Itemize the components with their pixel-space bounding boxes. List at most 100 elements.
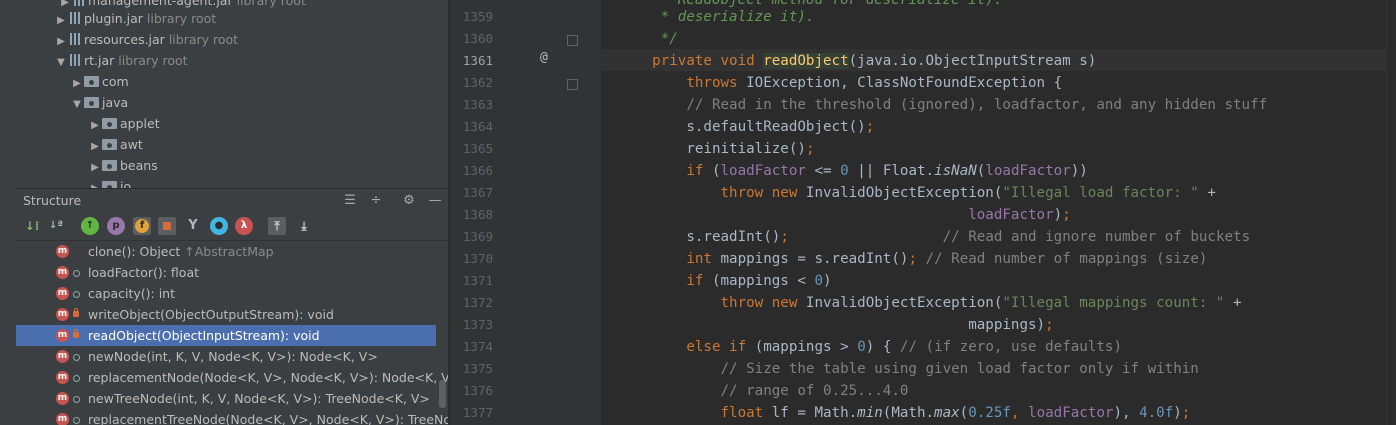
line-number: 1359 xyxy=(462,9,493,24)
line-number: 1363 xyxy=(462,97,493,112)
line-number: 1377 xyxy=(462,405,493,420)
tree-item-awt[interactable]: ▶ awt xyxy=(88,134,143,155)
code-line: s.readInt(); // Read and ignore number o… xyxy=(686,229,1251,245)
sort-by-visibility-icon[interactable]: ↓⁞ xyxy=(23,217,41,235)
code-line: // Read in the threshold (ignored), load… xyxy=(686,97,1268,113)
line-number: 1368 xyxy=(462,207,493,222)
editor-scrollbar[interactable] xyxy=(1386,0,1396,425)
jar-icon xyxy=(68,53,82,67)
line-number: 1376 xyxy=(462,383,493,398)
lambda-icon[interactable]: λ xyxy=(235,217,253,235)
line-number: 1362 xyxy=(462,75,493,90)
code-line: reinitialize(); xyxy=(686,141,815,157)
structure-item-clone[interactable]: m clone(): Object ↑AbstractMap xyxy=(16,241,436,262)
line-number: 1364 xyxy=(462,119,493,134)
code-line: if (loadFactor <= 0 || Float.isNaN(loadF… xyxy=(686,163,1088,179)
tree-item-plugin-jar[interactable]: ▶ plugin.jar library root xyxy=(54,8,216,29)
tree-item-io[interactable]: ▶io xyxy=(88,176,131,188)
method-icon: m xyxy=(56,266,69,279)
method-icon: m xyxy=(56,350,69,363)
line-number: 1360 xyxy=(462,31,493,46)
code-line: * deserialize it). xyxy=(618,9,815,25)
method-icon: m xyxy=(56,413,69,425)
fold-marker-icon[interactable] xyxy=(567,79,578,90)
package-private-icon xyxy=(73,270,80,277)
jar-icon xyxy=(68,11,82,25)
show-non-public-icon[interactable] xyxy=(158,217,176,235)
show-lambdas-icon[interactable]: ● xyxy=(210,217,228,235)
method-icon: m xyxy=(56,308,69,321)
sort-alphabetically-icon[interactable]: ↓ª xyxy=(47,217,65,235)
method-icon: m xyxy=(56,371,69,384)
code-line: // range of 0.25...4.0 xyxy=(720,383,909,399)
tree-item-resources-jar[interactable]: ▶ resources.jar library root xyxy=(54,29,238,50)
line-number: 1370 xyxy=(462,251,493,266)
line-number-gutter: 1359 1360 1361 1362 1363 1364 1365 1366 … xyxy=(451,0,601,425)
code-line: mappings); xyxy=(968,317,1054,333)
line-number: 1373 xyxy=(462,317,493,332)
lock-icon xyxy=(73,308,79,317)
tree-item-rt-jar[interactable]: ▼ rt.jar library root xyxy=(54,50,187,73)
collapse-all-icon[interactable]: ÷ xyxy=(367,192,385,210)
autoscroll-from-source-icon[interactable]: ⤓ xyxy=(295,217,313,235)
code-editor[interactable]: 1359 1360 1361 1362 1363 1364 1365 1366 … xyxy=(450,0,1396,425)
line-number: 1365 xyxy=(462,141,493,156)
code-line: if (mappings < 0) xyxy=(686,273,832,289)
package-icon xyxy=(84,97,99,108)
method-icon: m xyxy=(56,245,69,258)
fold-marker-icon[interactable] xyxy=(567,35,578,46)
chevron-right-icon[interactable]: ▶ xyxy=(54,10,68,31)
jar-icon xyxy=(68,32,82,46)
structure-item-replacementnode[interactable]: m replacementNode(Node<K, V>, Node<K, V>… xyxy=(16,367,448,388)
code-line: */ xyxy=(618,31,678,47)
show-fields-icon[interactable]: f xyxy=(133,217,151,235)
autoscroll-to-source-icon[interactable]: ⤒ xyxy=(268,217,286,235)
line-number: 1372 xyxy=(462,295,493,310)
structure-item-writeobject[interactable]: m writeObject(ObjectOutputStream): void xyxy=(16,304,436,325)
chevron-down-icon[interactable]: ▼ xyxy=(54,52,68,73)
structure-item-readobject[interactable]: m readObject(ObjectInputStream): void xyxy=(16,325,436,346)
package-private-icon xyxy=(73,417,80,424)
code-line: else if (mappings > 0) { // (if zero, us… xyxy=(686,339,1122,355)
method-icon: m xyxy=(56,329,69,342)
gear-icon[interactable]: ⚙ xyxy=(400,192,418,210)
show-anonymous-icon[interactable]: Y xyxy=(184,217,202,235)
package-private-icon xyxy=(73,291,80,298)
structure-item-newnode[interactable]: m newNode(int, K, V, Node<K, V>): Node<K… xyxy=(16,346,436,367)
tree-item-applet[interactable]: ▶ applet xyxy=(88,113,159,136)
tree-item-beans[interactable]: ▶ beans xyxy=(88,155,158,176)
project-tree: ▶ management-agent.jar library root ▶ plug… xyxy=(16,0,448,188)
line-number-current: 1361 xyxy=(462,53,493,68)
structure-item-newtreenode[interactable]: m newTreeNode(int, K, V, Node<K, V>): Tr… xyxy=(16,388,436,409)
code-line: float lf = Math.min(Math.max(0.25f, load… xyxy=(720,405,1191,421)
line-number: 1367 xyxy=(462,185,493,200)
override-annotation-icon[interactable]: @ xyxy=(540,50,548,65)
tree-item-com[interactable]: ▶ com xyxy=(70,71,129,92)
show-properties-icon[interactable]: p xyxy=(107,217,125,235)
expand-all-icon[interactable]: ☰ xyxy=(341,192,359,210)
chevron-right-icon[interactable]: ▶ xyxy=(88,178,102,188)
structure-scrollbar-thumb[interactable] xyxy=(439,380,446,408)
structure-item-capacity[interactable]: m capacity(): int xyxy=(16,283,436,304)
chevron-right-icon[interactable]: ▶ xyxy=(54,31,68,52)
chevron-right-icon[interactable]: ▶ xyxy=(88,115,102,136)
package-icon xyxy=(102,118,117,129)
code-line: throws IOException, ClassNotFoundExcepti… xyxy=(686,75,1063,91)
lock-icon xyxy=(73,329,79,338)
left-panel: ▶ management-agent.jar library root ▶ plug… xyxy=(0,0,450,425)
tool-window-strip xyxy=(0,0,17,425)
code-line: throw new InvalidObjectException("Illega… xyxy=(720,295,1242,311)
chevron-right-icon[interactable]: ▶ xyxy=(70,73,84,94)
structure-item-replacementtreenode[interactable]: m replacementTreeNode(Node<K, V>, Node<K… xyxy=(16,409,448,425)
package-private-icon xyxy=(73,396,80,403)
hide-icon[interactable]: — xyxy=(426,192,444,210)
chevron-down-icon[interactable]: ▼ xyxy=(70,94,84,115)
code-line: s.defaultReadObject(); xyxy=(686,119,875,135)
chevron-right-icon[interactable]: ▶ xyxy=(88,157,102,178)
chevron-right-icon[interactable]: ▶ xyxy=(88,136,102,157)
structure-item-loadfactor[interactable]: m loadFactor(): float xyxy=(16,262,436,283)
tree-item-java[interactable]: ▼ java xyxy=(70,92,128,113)
jar-icon xyxy=(72,0,86,7)
code-line: // Size the table using given load facto… xyxy=(720,361,1199,377)
show-inherited-icon[interactable]: ↑ xyxy=(81,217,99,235)
